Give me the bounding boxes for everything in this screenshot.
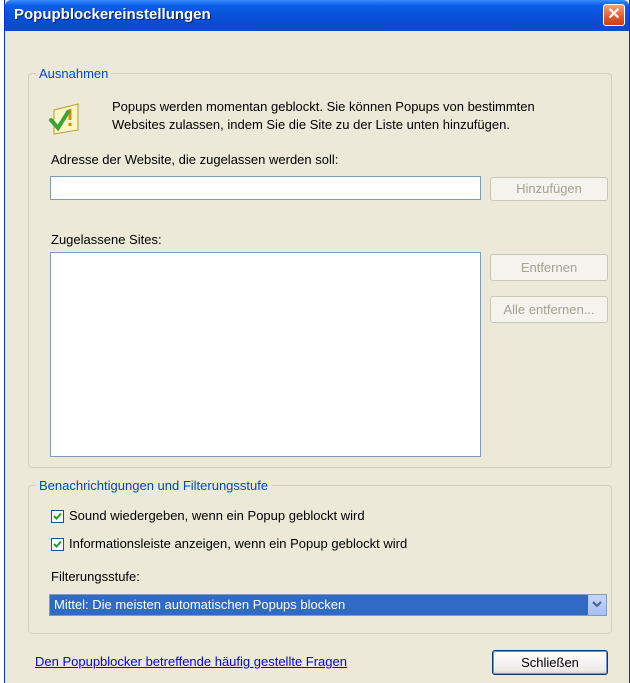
remove-all-button[interactable]: Alle entfernen...	[490, 296, 608, 323]
close-window-button[interactable]: ✕	[603, 4, 625, 26]
info-line-2: Websites zulassen, indem Sie die Site zu…	[112, 117, 510, 132]
title-bar[interactable]: Popupblockereinstellungen ✕	[5, 0, 629, 31]
shield-check-icon	[48, 100, 84, 136]
address-input[interactable]	[50, 176, 481, 200]
info-line-1: Popups werden momentan geblockt. Sie kön…	[112, 99, 535, 114]
add-button[interactable]: Hinzufügen	[490, 177, 608, 201]
chevron-down-icon	[592, 601, 602, 608]
exceptions-legend: Ausnahmen	[39, 66, 109, 81]
checkmark-icon	[53, 512, 62, 520]
infobar-label[interactable]: Informationsleiste anzeigen, wenn ein Po…	[69, 536, 407, 551]
notifications-legend: Benachrichtigungen und Filterungsstufe	[39, 478, 269, 493]
filter-level-value: Mittel: Die meisten automatischen Popups…	[54, 597, 346, 612]
checkmark-icon	[53, 540, 62, 548]
window-title: Popupblockereinstellungen	[14, 6, 211, 23]
sound-label[interactable]: Sound wiedergeben, wenn ein Popup gebloc…	[69, 508, 365, 523]
faq-link[interactable]: Den Popupblocker betreffende häufig gest…	[35, 654, 347, 669]
close-icon: ✕	[607, 6, 621, 23]
remove-button[interactable]: Entfernen	[490, 254, 608, 281]
close-button[interactable]: Schließen	[492, 650, 608, 675]
filter-dropdown-button[interactable]	[588, 595, 606, 615]
infobar-checkbox[interactable]	[51, 538, 64, 551]
info-text: Popups werden momentan geblockt. Sie kön…	[112, 98, 612, 134]
address-label: Adresse der Website, die zugelassen werd…	[51, 152, 339, 167]
filter-label: Filterungsstufe:	[51, 569, 140, 584]
allowed-sites-label: Zugelassene Sites:	[51, 232, 162, 247]
allowed-sites-list[interactable]	[50, 252, 481, 457]
filter-level-select[interactable]: Mittel: Die meisten automatischen Popups…	[49, 594, 607, 616]
sound-checkbox[interactable]	[51, 510, 64, 523]
